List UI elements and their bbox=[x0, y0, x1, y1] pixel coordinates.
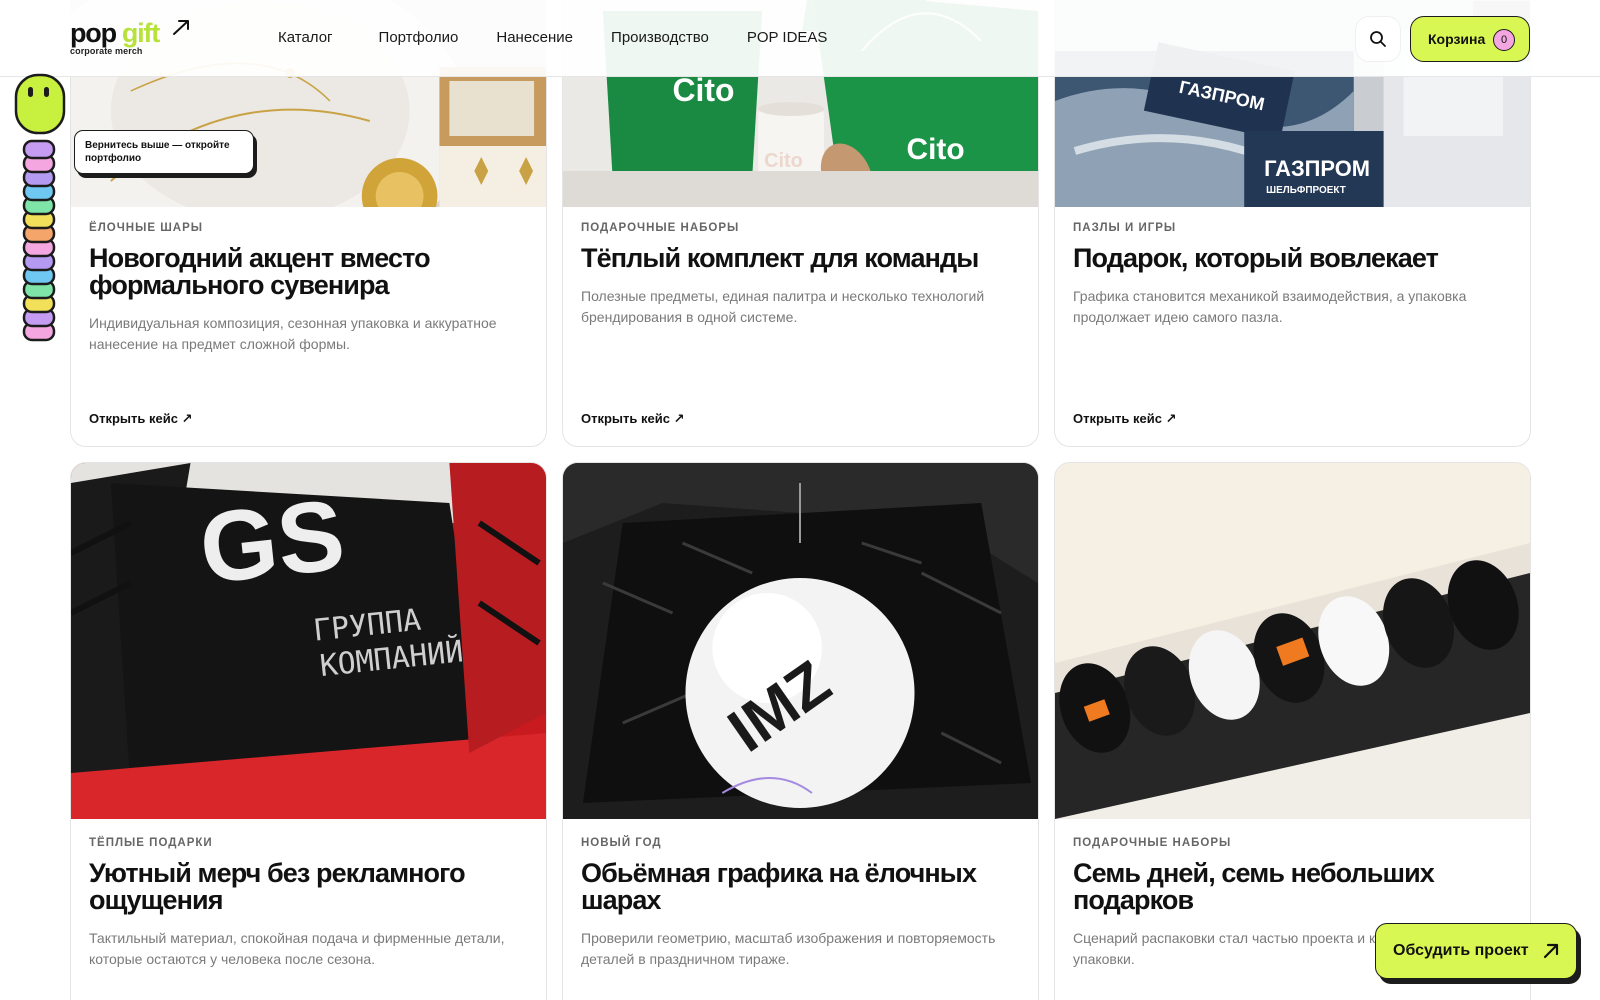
gazprom-puzzle-sub: ШЕЛЬФПРОЕКТ bbox=[1266, 185, 1346, 196]
case-body-2: Подарочные наборы Тёплый комплект для ко… bbox=[581, 222, 1020, 328]
case-title: Новогодний акцент вместо формального сув… bbox=[89, 243, 431, 300]
scarf-logo-print: GS bbox=[195, 479, 350, 605]
nav-portfolio[interactable]: Портфолио bbox=[379, 29, 459, 46]
case-tag: Новый год bbox=[581, 837, 662, 849]
case-image-6 bbox=[1055, 463, 1530, 819]
gazprom-puzzle-print: ГАЗПРОМ bbox=[1264, 156, 1370, 181]
discuss-project-button[interactable]: Обсудить проект bbox=[1375, 923, 1577, 979]
case-description: Проверили геометрию, масштаб изображения… bbox=[581, 930, 996, 967]
case-image-4: GS ГРУППА КОМПАНИЙ bbox=[71, 463, 546, 819]
open-case-link[interactable]: Открыть кейс ↗ bbox=[1073, 411, 1176, 427]
case-title: Обьёмная графика на ёлочных шарах bbox=[581, 858, 977, 915]
site-header: pop gift corporate merch Каталог Портфол… bbox=[0, 0, 1600, 77]
case-body-1: Ёлочные шары Новогодний акцент вместо фо… bbox=[89, 222, 528, 355]
logo[interactable]: pop gift corporate merch bbox=[70, 18, 200, 60]
case-card-6[interactable]: Подарочные наборы Семь дней, семь неболь… bbox=[1054, 462, 1531, 1000]
case-description: Графика становится механикой взаимодейст… bbox=[1073, 288, 1467, 325]
caterpillar-icon[interactable] bbox=[14, 73, 68, 348]
cito-candle-print: Cito bbox=[764, 150, 803, 172]
logo-pop: pop bbox=[70, 18, 117, 48]
cito-tote-print: Cito bbox=[907, 133, 965, 166]
case-description: Индивидуальная композиция, сезонная упак… bbox=[89, 315, 497, 352]
portfolio-hint-tooltip: Вернитесь выше — откройте портфолио bbox=[74, 130, 254, 174]
open-case-link[interactable]: Открыть кейс ↗ bbox=[89, 411, 192, 427]
case-tag: Подарочные наборы bbox=[581, 222, 740, 234]
nav-printing[interactable]: Нанесение bbox=[496, 29, 573, 46]
case-description: Полезные предметы, единая палитра и неск… bbox=[581, 288, 985, 325]
case-tag: Ёлочные шары bbox=[89, 222, 204, 234]
case-tag: Пазлы и игры bbox=[1073, 222, 1177, 234]
search-button[interactable] bbox=[1355, 16, 1401, 62]
case-title: Тёплый комплект для команды bbox=[581, 243, 979, 273]
case-card-4[interactable]: GS ГРУППА КОМПАНИЙ Тёплые подарки Уютный… bbox=[70, 462, 547, 1000]
nav-pop-ideas[interactable]: POP IDEAS bbox=[747, 29, 828, 46]
arrow-up-right-icon bbox=[173, 20, 189, 35]
case-tag: Тёплые подарки bbox=[89, 837, 213, 849]
arrow-up-right-icon bbox=[1543, 943, 1559, 959]
case-body-3: Пазлы и игры Подарок, который вовлекает … bbox=[1073, 222, 1512, 328]
cart-label: Корзина bbox=[1428, 31, 1486, 47]
case-tag: Подарочные наборы bbox=[1073, 837, 1232, 849]
nav-catalog[interactable]: Каталог bbox=[278, 29, 333, 46]
cito-bag-print: Cito bbox=[673, 72, 735, 108]
main-nav: Каталог Портфолио Нанесение Производство… bbox=[278, 29, 827, 46]
case-title: Семь дней, семь небольших подарков bbox=[1073, 858, 1435, 915]
case-description: Тактильный материал, спокойная подача и … bbox=[89, 930, 505, 967]
case-title: Уютный мерч без рекламного ощущения bbox=[89, 858, 466, 915]
nav-production[interactable]: Производство bbox=[611, 29, 709, 46]
cart-button[interactable]: Корзина 0 bbox=[1410, 16, 1530, 62]
cart-count-badge: 0 bbox=[1493, 29, 1515, 51]
logo-gift: gift bbox=[121, 18, 160, 48]
open-case-link[interactable]: Открыть кейс ↗ bbox=[581, 411, 684, 427]
discuss-project-label: Обсудить проект bbox=[1393, 942, 1529, 959]
logo-tagline: corporate merch bbox=[70, 46, 143, 56]
case-body-5: Новый год Обьёмная графика на ёлочных ша… bbox=[581, 837, 1020, 970]
case-image-5: IMZ bbox=[563, 463, 1038, 819]
case-card-5[interactable]: IMZ Новый год Обьёмная графика на ёлочны… bbox=[562, 462, 1039, 1000]
case-title: Подарок, который вовлекает bbox=[1073, 243, 1439, 273]
case-body-4: Тёплые подарки Уютный мерч без рекламног… bbox=[89, 837, 528, 970]
search-icon bbox=[1370, 31, 1386, 47]
